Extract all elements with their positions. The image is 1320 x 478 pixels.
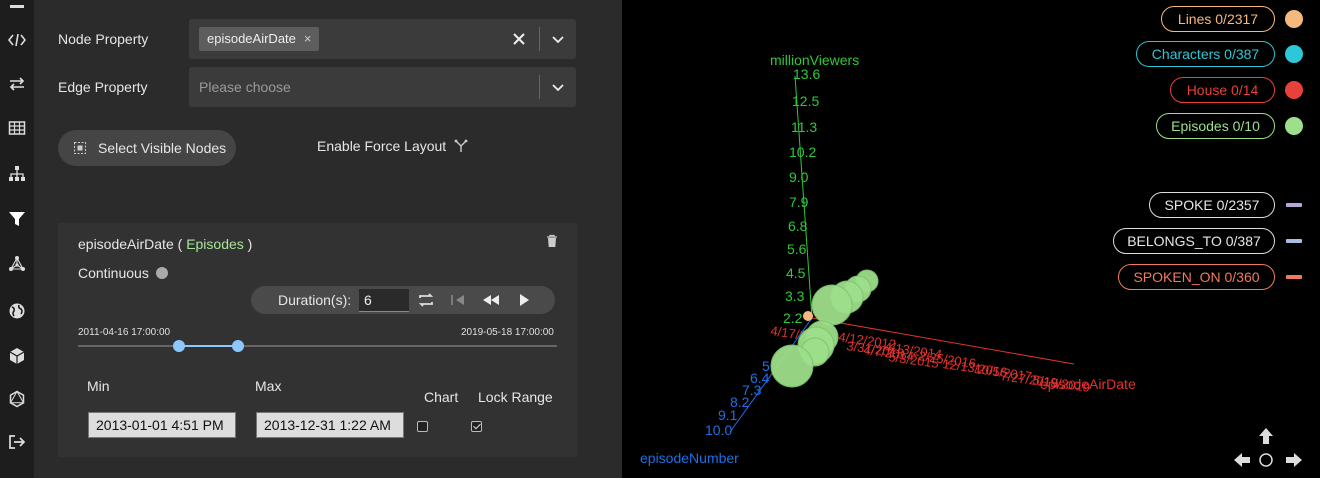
rewind-icon[interactable]	[482, 292, 500, 308]
y-axis-tick: 10.2	[789, 144, 816, 160]
legend-edge-spoken_on[interactable]: SPOKEN_ON 0/360	[1118, 264, 1275, 290]
cube-icon[interactable]	[5, 344, 29, 368]
enable-force-layout-label: Enable Force Layout	[317, 138, 447, 154]
arrow-right-icon[interactable]	[1286, 453, 1302, 467]
legend-edge-swatch	[1286, 275, 1302, 279]
z-axis-tick: 5	[762, 358, 770, 374]
range-slider-min-handle[interactable]	[173, 340, 186, 352]
node-property-select[interactable]: episodeAirDate ×	[189, 19, 576, 59]
y-axis-tick: 9.0	[789, 169, 809, 185]
min-date-input[interactable]: 2013-01-01 4:51 PM	[88, 412, 236, 438]
tag-remove-icon[interactable]: ×	[304, 31, 312, 46]
filter-category: Episodes	[186, 236, 244, 252]
legend-edge-belongs_to[interactable]: BELONGS_TO 0/387	[1113, 228, 1275, 254]
range-start-label: 2011-04-16 17:00:00	[78, 327, 171, 338]
select-box-icon	[74, 142, 86, 154]
y-axis-tick: 7.9	[789, 194, 809, 210]
lock-range-label: Lock Range	[478, 389, 553, 405]
range-slider[interactable]	[78, 340, 557, 352]
legend-node-characters[interactable]: Characters 0/387	[1136, 41, 1275, 67]
play-icon[interactable]	[515, 292, 533, 308]
legend-edge-spoke[interactable]: SPOKE 0/2357	[1149, 192, 1275, 218]
y-axis-tick: 13.6	[793, 66, 820, 82]
filter-title-close-paren: )	[243, 236, 253, 252]
playback-controls: Duration(s):	[251, 286, 555, 314]
episode-node	[770, 344, 814, 388]
duration-input[interactable]	[359, 289, 409, 312]
hierarchy-icon[interactable]	[5, 162, 29, 186]
range-end-label: 2019-05-18 17:00:00	[461, 327, 554, 338]
legend-node-swatch	[1285, 45, 1303, 63]
min-label: Min	[87, 378, 110, 394]
loop-icon[interactable]	[417, 292, 435, 308]
legend-node-house[interactable]: House 0/14	[1170, 77, 1275, 103]
chart-checkbox[interactable]	[417, 421, 428, 432]
max-label: Max	[255, 378, 282, 394]
chevron-down-icon[interactable]	[548, 77, 568, 97]
select-visible-nodes-button[interactable]: Select Visible Nodes	[58, 130, 236, 166]
node-property-label: Node Property	[58, 31, 149, 47]
y-axis-tick: 11.3	[791, 119, 817, 135]
select-divider	[539, 75, 540, 99]
y-axis-tick: 2.2	[783, 310, 803, 326]
node-property-tag: episodeAirDate ×	[199, 27, 320, 51]
lock-range-checkbox[interactable]	[471, 421, 482, 432]
filter-icon[interactable]	[5, 207, 29, 231]
line-node	[803, 311, 813, 321]
y-axis-tick: 4.5	[786, 265, 806, 281]
z-axis-tick: 10.0	[705, 422, 732, 438]
code-icon[interactable]	[5, 28, 29, 52]
arrow-left-icon[interactable]	[1234, 453, 1250, 467]
edge-property-placeholder: Please choose	[199, 79, 291, 95]
clear-icon[interactable]	[513, 33, 525, 45]
graphql-icon[interactable]	[5, 387, 29, 411]
y-axis-tick: 6.8	[788, 218, 808, 234]
legend-edge-swatch	[1286, 203, 1302, 207]
table-icon[interactable]	[5, 116, 29, 140]
edge-property-label: Edge Property	[58, 79, 148, 95]
max-date-input[interactable]: 2013-12-31 1:22 AM	[256, 412, 404, 438]
y-axis-tick: 3.3	[785, 288, 805, 304]
enable-force-layout-button[interactable]: Enable Force Layout	[317, 138, 468, 154]
chart-label: Chart	[424, 389, 459, 405]
force-layout-icon	[454, 139, 468, 152]
filter-card: episodeAirDate ( Episodes ) Continuous D…	[58, 223, 577, 457]
globe-icon[interactable]	[5, 299, 29, 323]
duration-label: Duration(s):	[278, 292, 352, 308]
legend-node-swatch	[1285, 10, 1303, 28]
edge-property-select[interactable]: Please choose	[189, 67, 576, 107]
z-axis-title: episodeNumber	[640, 450, 739, 466]
filter-title-open-paren: (	[173, 236, 187, 252]
select-divider	[539, 27, 540, 51]
range-slider-selection	[179, 345, 238, 347]
episode-node	[811, 284, 853, 326]
legend-node-lines[interactable]: Lines 0/2317	[1161, 6, 1275, 32]
continuous-indicator	[155, 267, 168, 279]
continuous-mode[interactable]: Continuous	[78, 265, 168, 281]
arrow-up-icon[interactable]	[1259, 428, 1273, 444]
network-icon[interactable]	[5, 252, 29, 276]
legend-edge-swatch	[1286, 239, 1302, 243]
legend-node-episodes[interactable]: Episodes 0/10	[1156, 113, 1275, 139]
step-back-icon[interactable]	[449, 292, 467, 308]
range-slider-max-handle[interactable]	[231, 340, 244, 352]
filter-property-name: episodeAirDate	[78, 236, 174, 252]
trash-icon[interactable]	[546, 234, 558, 248]
chevron-down-icon[interactable]	[548, 29, 568, 49]
settings-panel: Node Property episodeAirDate × Edge Prope…	[34, 0, 622, 478]
filter-title: episodeAirDate ( Episodes )	[78, 236, 252, 252]
y-axis-tick: 12.5	[792, 93, 819, 109]
node-property-tag-label: episodeAirDate	[207, 31, 296, 46]
swap-arrows-icon[interactable]	[5, 72, 29, 96]
legend-node-swatch	[1285, 117, 1303, 135]
reset-view-icon[interactable]	[1259, 453, 1273, 467]
camera-nav-pad	[1234, 428, 1302, 467]
select-visible-nodes-label: Select Visible Nodes	[98, 140, 227, 156]
exit-icon[interactable]	[5, 430, 29, 454]
continuous-label: Continuous	[78, 265, 149, 281]
y-axis-tick: 5.6	[787, 241, 807, 257]
icon-rail	[0, 0, 34, 478]
menu-icon[interactable]	[5, 0, 29, 14]
legend-node-swatch	[1285, 81, 1303, 99]
